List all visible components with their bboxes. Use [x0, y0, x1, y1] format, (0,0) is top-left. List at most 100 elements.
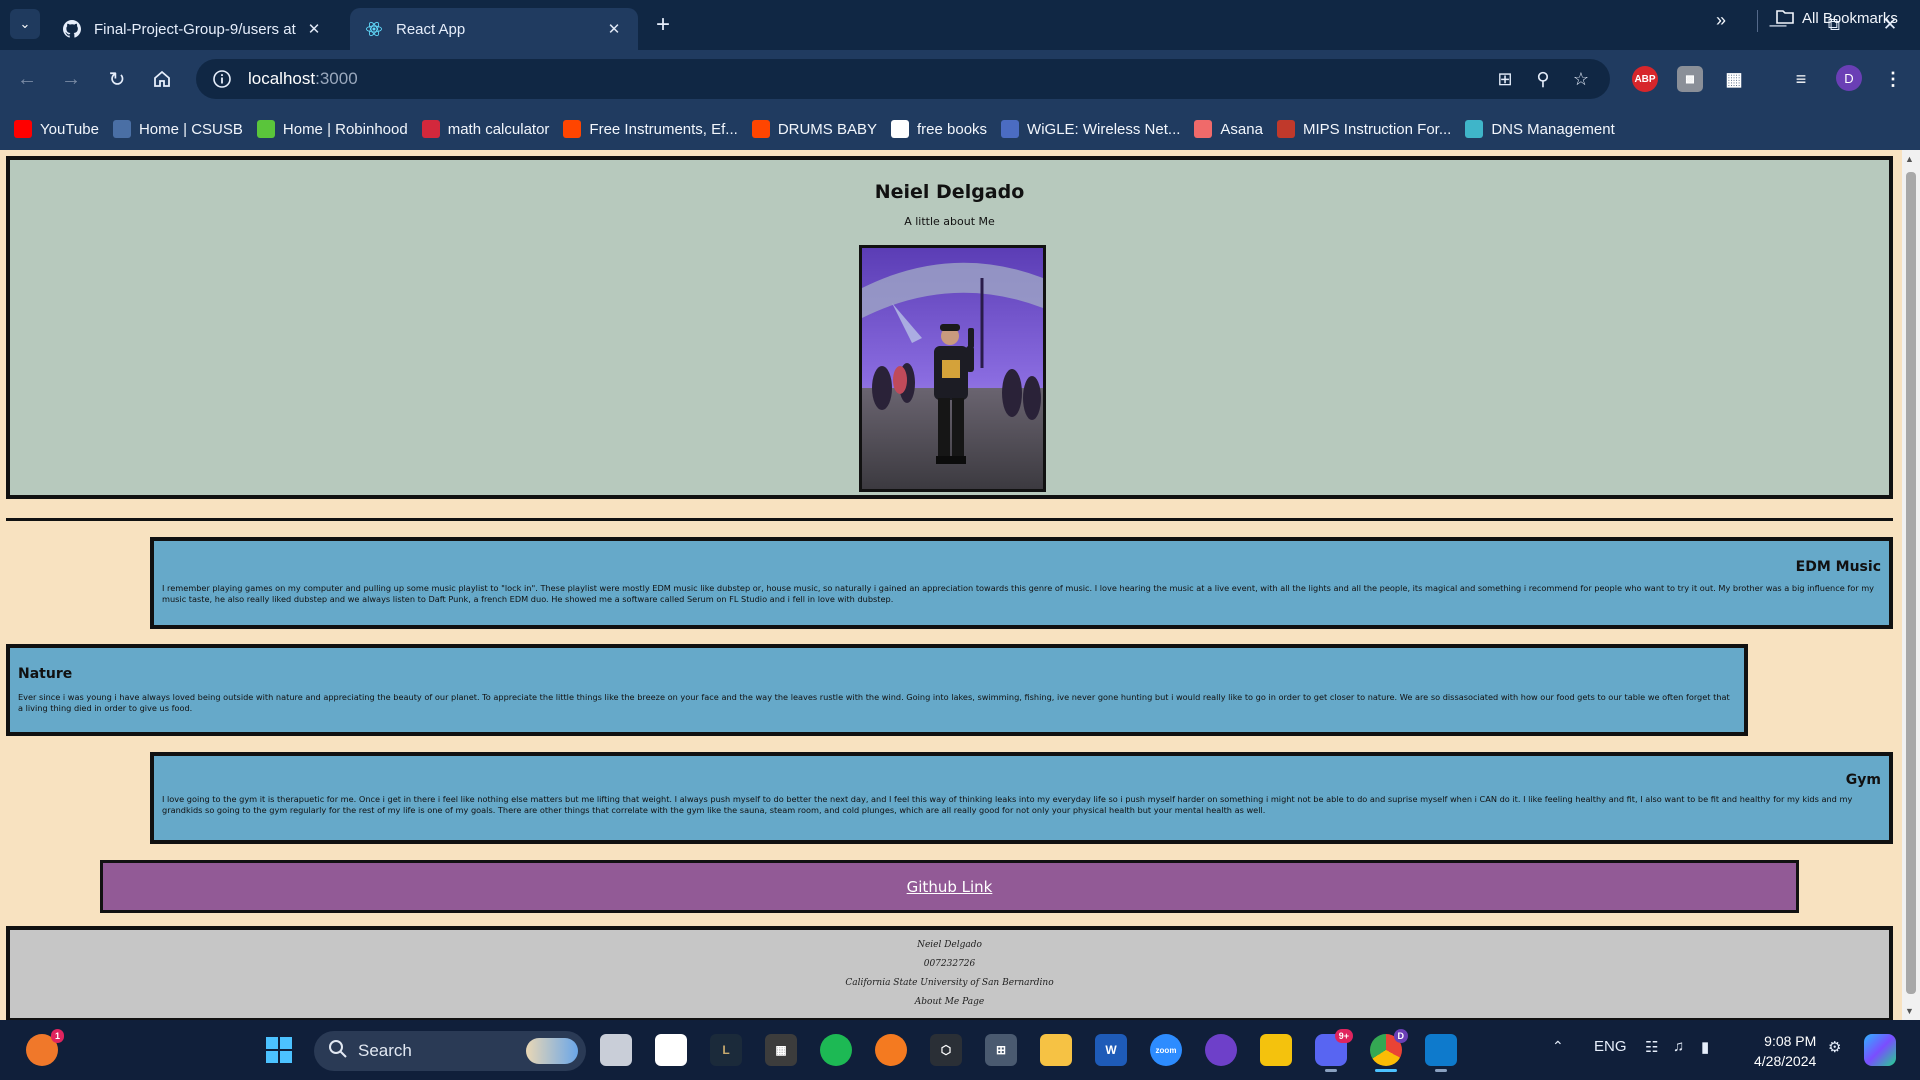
tab-github[interactable]: Final-Project-Group-9/users at ✕	[48, 8, 338, 50]
chrome-icon[interactable]: D	[1370, 1029, 1408, 1072]
scrollbar-thumb[interactable]	[1906, 172, 1916, 994]
reload-icon: ↻	[108, 68, 126, 91]
windows-start-icon[interactable]	[263, 1034, 295, 1066]
address-bar[interactable]: localhost:3000 ⊞ ⚲ ☆	[196, 59, 1610, 99]
calculator-icon[interactable]: ⊞	[985, 1034, 1017, 1066]
menu-kebab-icon[interactable]: ⋮	[1880, 66, 1906, 92]
wigle-icon	[1001, 120, 1020, 138]
chevron-up-icon[interactable]: ⌃	[1552, 1038, 1564, 1055]
home-button[interactable]	[147, 64, 177, 94]
footer-name: Neiel Delgado	[917, 940, 982, 950]
mips-icon	[1276, 120, 1295, 138]
bookmark-item[interactable]: free books	[891, 120, 987, 138]
new-tab-button[interactable]: +	[648, 10, 678, 40]
bookmark-item[interactable]: DNS Management	[1465, 120, 1615, 138]
page-scrollbar[interactable]: ▲ ▼	[1902, 150, 1920, 1020]
media-control-icon[interactable]: ≡	[1788, 66, 1814, 92]
bookmark-item[interactable]: DRUMS BABY	[751, 120, 877, 138]
profile-avatar[interactable]: D	[1836, 65, 1862, 91]
site-info-icon[interactable]	[202, 59, 242, 99]
notification-bell-icon[interactable]: ⚙	[1828, 1038, 1841, 1056]
sticky-notes-icon[interactable]	[1260, 1034, 1292, 1066]
zoom-icon[interactable]: zoom	[1150, 1034, 1182, 1066]
word-icon[interactable]: W	[1095, 1034, 1127, 1066]
battery-icon[interactable]: ▮	[1701, 1038, 1709, 1056]
back-button[interactable]: ←	[12, 64, 42, 94]
unity-icon[interactable]: ⬡	[930, 1034, 962, 1066]
folder-icon	[1776, 9, 1794, 28]
bookmark-item[interactable]: math calculator	[421, 120, 549, 138]
footer-page-label: About Me Page	[914, 997, 985, 1007]
scroll-up-icon[interactable]: ▲	[1905, 154, 1914, 164]
arrow-right-icon: →	[61, 67, 81, 90]
forward-button[interactable]: →	[56, 64, 86, 94]
install-app-icon[interactable]: ⊞	[1486, 65, 1524, 93]
section-nature: Nature Ever since i was young i have alw…	[6, 644, 1748, 736]
league-of-legends-icon[interactable]: L	[710, 1034, 742, 1066]
reload-button[interactable]: ↻	[102, 64, 132, 94]
minecraft-icon[interactable]: ▦	[765, 1034, 797, 1066]
spotify-icon[interactable]	[820, 1034, 852, 1066]
react-icon	[364, 19, 384, 39]
discord-icon[interactable]: 9+	[1315, 1029, 1353, 1072]
copilot-icon[interactable]	[1864, 1034, 1896, 1066]
vscode-icon[interactable]	[1425, 1034, 1457, 1072]
page-viewport: Neiel Delgado A little about Me EDM Musi…	[0, 150, 1920, 1020]
profile-header: Neiel Delgado A little about Me	[6, 156, 1893, 499]
scroll-down-icon[interactable]: ▼	[1905, 1006, 1914, 1016]
page-title: Neiel Delgado	[874, 181, 1025, 203]
tab-title: Final-Project-Group-9/users at	[94, 20, 296, 38]
task-view-icon[interactable]	[600, 1034, 632, 1066]
volume-icon[interactable]: ♫	[1673, 1038, 1684, 1055]
footer-school: California State University of San Berna…	[845, 978, 1054, 988]
arrow-left-icon: ←	[17, 67, 37, 90]
github-desktop-icon[interactable]	[1205, 1034, 1237, 1066]
bookmark-star-icon[interactable]: ☆	[1562, 65, 1600, 93]
bookmark-item[interactable]: WiGLE: Wireless Net...	[1001, 120, 1180, 138]
section-title: Gym	[1845, 772, 1881, 788]
divider	[6, 518, 1893, 521]
extension-icon[interactable]: ▩	[1677, 66, 1703, 92]
browser-toolbar: ← → ↻ localhost:3000 ⊞ ⚲ ☆ ABP ▩ ▦ ≡ D ⋮	[0, 50, 1920, 108]
bookmark-item[interactable]: Home | CSUSB	[112, 120, 243, 138]
all-bookmarks-button[interactable]: All Bookmarks	[1776, 9, 1898, 28]
page-subtitle: A little about Me	[904, 215, 995, 228]
section-gym: Gym I love going to the gym it is therap…	[150, 752, 1893, 844]
github-icon	[62, 19, 82, 39]
adblock-plus-icon[interactable]: ABP	[1632, 66, 1658, 92]
tab-search-button[interactable]: ⌄	[10, 9, 40, 39]
puzzle-icon[interactable]: ▦	[1721, 66, 1747, 92]
home-icon	[154, 70, 170, 87]
github-link-banner: Github Link	[100, 860, 1799, 913]
section-title: EDM Music	[1795, 559, 1881, 575]
profile-photo	[859, 245, 1046, 492]
chevron-double-right-icon[interactable]: »	[1716, 10, 1726, 31]
tab-title: React App	[396, 20, 466, 38]
notification-app-icon[interactable]: 1	[26, 1029, 64, 1066]
system-clock[interactable]: 9:08 PM 4/28/2024	[1754, 1031, 1816, 1071]
file-explorer-icon[interactable]	[1040, 1034, 1072, 1066]
zoom-icon[interactable]: ⚲	[1524, 65, 1562, 93]
url-text[interactable]: localhost:3000	[248, 69, 358, 89]
bookmark-item[interactable]: Home | Robinhood	[256, 120, 408, 138]
close-icon[interactable]: ✕	[304, 20, 324, 38]
taskbar-search[interactable]: Search	[314, 1031, 586, 1071]
close-icon[interactable]: ✕	[604, 20, 624, 38]
bookmark-item[interactable]: Asana	[1194, 120, 1263, 138]
book-icon	[891, 120, 909, 138]
document-icon[interactable]	[655, 1034, 687, 1066]
bookmark-item[interactable]: Free Instruments, Ef...	[563, 120, 738, 138]
bookmark-item[interactable]: MIPS Instruction For...	[1276, 120, 1451, 138]
tab-react-app[interactable]: React App ✕	[350, 8, 638, 50]
robinhood-icon	[256, 120, 275, 138]
divider	[1757, 10, 1758, 32]
fl-studio-icon[interactable]	[875, 1034, 907, 1066]
youtube-icon	[14, 120, 32, 138]
search-highlight-icon	[526, 1038, 578, 1064]
bookmark-item[interactable]: YouTube	[14, 120, 99, 138]
reddit-icon	[563, 120, 582, 138]
github-link[interactable]: Github Link	[907, 878, 993, 896]
plus-icon: +	[655, 11, 670, 38]
language-indicator[interactable]: ENG	[1594, 1038, 1627, 1055]
wifi-icon[interactable]: ☷	[1645, 1038, 1658, 1056]
